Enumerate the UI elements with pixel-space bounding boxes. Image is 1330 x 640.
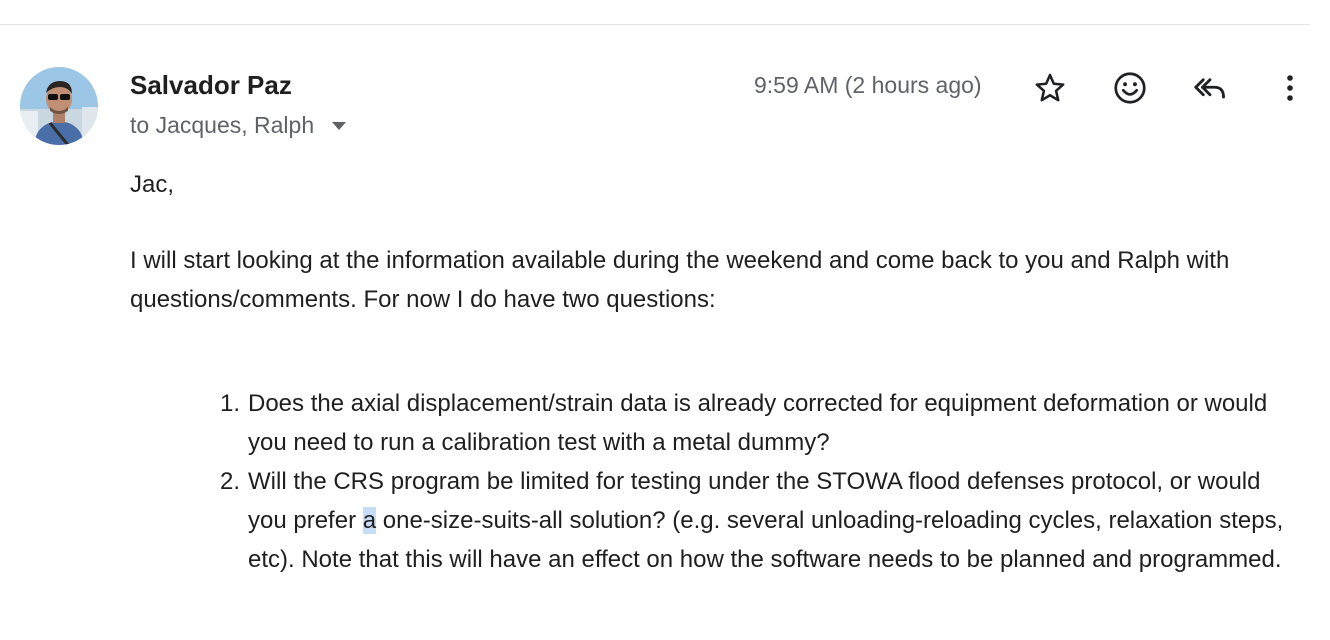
caret-down-icon[interactable] [326,113,352,139]
question-text: Does the axial displacement/strain data … [248,390,1268,456]
more-vert-icon [1287,75,1293,101]
timestamp: 9:59 AM (2 hours ago) [754,72,982,98]
sender-name[interactable]: Salvador Paz [130,70,292,101]
add-reaction-button[interactable] [1110,68,1150,108]
recipients-line: to Jacques, Ralph [130,112,352,139]
list-number: 1. [219,390,240,417]
list-item: 2. Will the CRS program be limited for t… [205,462,1285,579]
selected-text: a [362,507,377,534]
avatar-photo [20,67,98,145]
recipients-text: to Jacques, Ralph [130,112,315,138]
star-icon [1035,73,1065,102]
more-options-button[interactable] [1270,68,1310,108]
email-paragraph: I will start looking at the information … [130,247,1230,313]
reply-all-button[interactable] [1190,68,1230,108]
question-text-part: one-size-suits-all solution? (e.g. sever… [248,507,1284,573]
question-text: Will the CRS program be limited for test… [248,462,1285,579]
sender-avatar[interactable] [20,67,98,145]
header-divider [0,24,1310,25]
question-list: 1. Does the axial displacement/strain da… [205,384,1285,579]
smiley-icon [1114,72,1146,104]
list-item: 1. Does the axial displacement/strain da… [205,384,1285,462]
list-number: 2. [219,468,240,495]
star-button[interactable] [1030,68,1070,108]
reply-all-icon [1194,78,1225,99]
email-greeting: Jac, [130,171,175,198]
